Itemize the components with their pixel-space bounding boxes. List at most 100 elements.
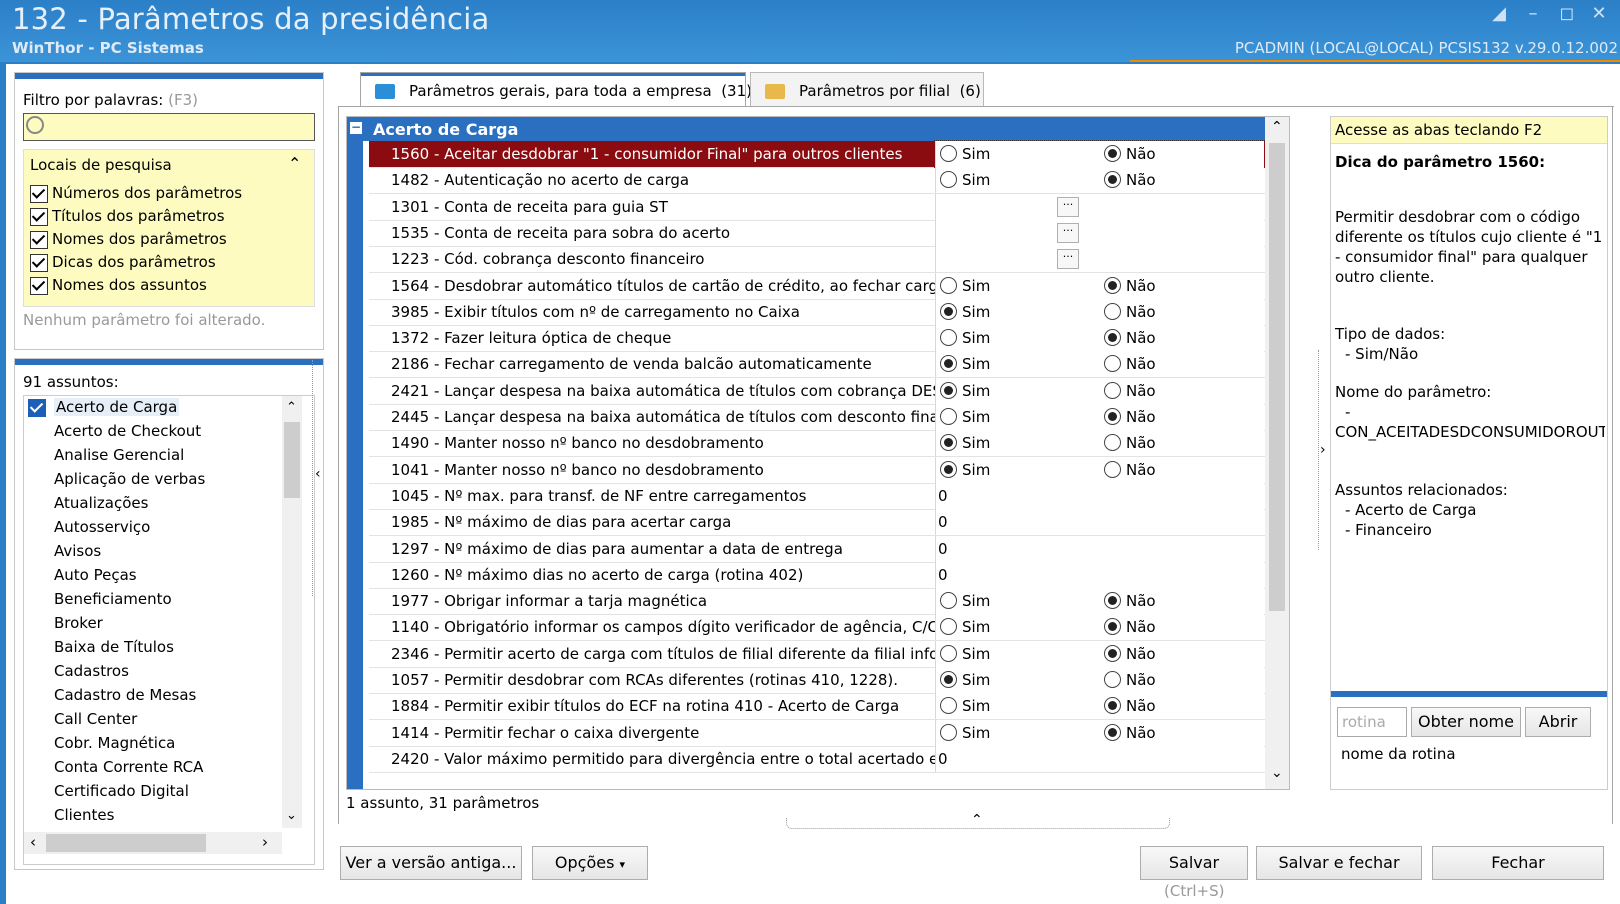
open-button[interactable]: Abrir (1525, 707, 1591, 737)
lookup-button[interactable]: ··· (1057, 222, 1079, 243)
tab-general[interactable]: Parâmetros gerais, para toda a empresa (… (360, 72, 752, 107)
param-row[interactable]: 1414 - Permitir fechar o caixa divergent… (369, 719, 1281, 747)
save-button[interactable]: Salvar (1140, 846, 1248, 880)
close-icon[interactable]: ✕ (1588, 4, 1610, 24)
param-row[interactable]: 2445 - Lançar despesa na baixa automátic… (369, 404, 1281, 431)
splitter[interactable]: ‹ (312, 360, 323, 596)
param-value[interactable]: Sim Não (935, 351, 1264, 378)
radio-no-icon[interactable] (1104, 671, 1121, 688)
subject-item[interactable]: Acerto de Checkout (24, 422, 201, 444)
radio-no-icon[interactable] (1104, 434, 1121, 452)
subject-item[interactable]: Cadastro de Mesas (24, 686, 196, 708)
radio-no-icon[interactable] (1104, 381, 1121, 399)
param-value[interactable]: Sim Não (935, 640, 1264, 667)
tab-branch[interactable]: Parâmetros por filial (6) (750, 72, 984, 107)
radio-yes-icon[interactable] (940, 302, 957, 320)
location-item[interactable]: Números dos parâmetros (30, 182, 242, 205)
param-row[interactable]: 2346 - Permitir acerto de carga com títu… (369, 640, 1281, 668)
subject-item[interactable]: Broker (24, 614, 103, 636)
param-value[interactable]: Sim Não (935, 298, 1264, 325)
radio-yes-icon[interactable] (940, 697, 957, 715)
radio-yes-icon[interactable] (940, 355, 957, 373)
radio-no-icon[interactable] (1104, 723, 1121, 741)
minimize-icon[interactable]: – (1522, 4, 1544, 24)
subject-item[interactable]: Cadastros (24, 662, 129, 684)
param-row[interactable]: 2421 - Lançar despesa na baixa automátic… (369, 377, 1281, 405)
param-row[interactable]: 1977 - Obrigar informar a tarja magnétic… (369, 588, 1281, 616)
scroll-thumb[interactable] (284, 422, 300, 498)
checkbox-icon[interactable] (30, 276, 48, 295)
subject-item[interactable]: Acerto de Carga (24, 398, 180, 420)
radio-yes-icon[interactable] (940, 434, 957, 452)
param-value[interactable]: Sim Não (935, 614, 1264, 641)
radio-yes-icon[interactable] (940, 460, 957, 478)
scroll-down-icon[interactable]: ⌄ (286, 808, 297, 823)
scroll-up-icon[interactable]: ⌃ (1271, 119, 1283, 135)
param-value[interactable]: 0 (935, 561, 1264, 588)
subject-item[interactable]: Analise Gerencial (24, 446, 184, 468)
param-value[interactable]: Sim Não (934, 140, 1265, 168)
subject-item[interactable]: Certificado Digital (24, 782, 189, 804)
param-value[interactable]: Sim Não (935, 693, 1264, 720)
param-value[interactable]: ··· (935, 219, 1264, 246)
param-value[interactable]: Sim Não (935, 325, 1264, 352)
radio-yes-icon[interactable] (940, 408, 957, 425)
radio-yes-icon[interactable] (940, 145, 957, 162)
param-value[interactable]: 0 (935, 482, 1264, 509)
param-row[interactable]: 1372 - Fazer leitura óptica de cheque Sim… (369, 325, 1281, 353)
radio-no-icon[interactable] (1104, 302, 1121, 320)
radio-no-icon[interactable] (1104, 276, 1121, 294)
param-value[interactable]: ··· (935, 246, 1264, 273)
subject-item[interactable]: Baixa de Títulos (24, 638, 174, 660)
param-row[interactable]: 2420 - Valor máximo permitido para diver… (369, 745, 1281, 773)
get-name-button[interactable]: Obter nome (1411, 707, 1521, 737)
bottom-splitter[interactable]: ⌃ (786, 812, 1170, 829)
collapse-icon[interactable]: ⌃ (288, 154, 301, 173)
param-value[interactable]: Sim Não (935, 272, 1264, 299)
scroll-down-icon[interactable]: ⌄ (1271, 765, 1283, 781)
param-row[interactable]: 1535 - Conta de receita para sobra do ac… (369, 219, 1281, 247)
maximize-icon[interactable]: ◻ (1556, 4, 1578, 24)
param-row[interactable]: 1985 - Nº máximo de dias para acertar ca… (369, 509, 1281, 537)
close-button[interactable]: Fechar (1432, 846, 1604, 880)
radio-no-icon[interactable] (1104, 171, 1121, 189)
param-row[interactable]: 1057 - Permitir desdobrar com RCAs difer… (369, 667, 1281, 694)
radio-yes-icon[interactable] (940, 329, 957, 347)
param-row[interactable]: 1260 - Nº máximo dias no acerto de carga… (369, 561, 1281, 589)
splitter-right[interactable]: › (1318, 350, 1327, 550)
param-value[interactable]: Sim Não (935, 588, 1264, 615)
subject-item[interactable]: Atualizações (24, 494, 148, 516)
radio-yes-icon[interactable] (940, 644, 957, 662)
subject-item[interactable]: Beneficiamento (24, 590, 172, 612)
radio-yes-icon[interactable] (940, 618, 957, 636)
subject-item[interactable]: Conta Corrente RCA (24, 758, 203, 780)
checkbox-icon[interactable] (30, 184, 48, 203)
radio-no-icon[interactable] (1104, 329, 1121, 347)
radio-no-icon[interactable] (1104, 460, 1121, 478)
group-header[interactable]: − Acerto de Carga (347, 117, 1265, 141)
old-version-button[interactable]: Ver a versão antiga... (340, 846, 522, 880)
expand-up-icon[interactable]: ⌃ (971, 812, 983, 828)
radio-no-icon[interactable] (1104, 145, 1121, 162)
param-row[interactable]: 1564 - Desdobrar automático títulos de c… (369, 272, 1281, 300)
lookup-button[interactable]: ··· (1057, 196, 1079, 217)
subject-item[interactable]: Aplicação de verbas (24, 470, 205, 492)
radio-yes-icon[interactable] (940, 381, 957, 399)
subjects-hscrollbar[interactable]: ‹ › (24, 832, 282, 854)
subject-item[interactable]: Autosserviço (24, 518, 150, 540)
radio-yes-icon[interactable] (940, 592, 957, 610)
radio-yes-icon[interactable] (940, 171, 957, 189)
param-row[interactable]: 1301 - Conta de receita para guia ST ··· (369, 193, 1281, 221)
param-value[interactable]: Sim Não (935, 456, 1264, 483)
filter-input[interactable] (23, 113, 315, 141)
expand-right-icon[interactable]: › (1320, 442, 1326, 458)
param-value[interactable]: 0 (935, 745, 1264, 772)
param-row[interactable]: 1140 - Obrigatório informar os campos dí… (369, 614, 1281, 642)
subject-item[interactable]: Auto Peças (24, 566, 137, 588)
param-row[interactable]: 1045 - Nº max. para transf. de NF entre … (369, 482, 1281, 510)
save-close-button[interactable]: Salvar e fechar (1256, 846, 1422, 880)
location-item[interactable]: Títulos dos parâmetros (30, 205, 242, 228)
param-value[interactable]: Sim Não (935, 167, 1264, 194)
subjects-scrollbar[interactable]: ⌃ ⌄ (282, 396, 302, 828)
restore-icon[interactable]: ◢ (1488, 4, 1510, 24)
